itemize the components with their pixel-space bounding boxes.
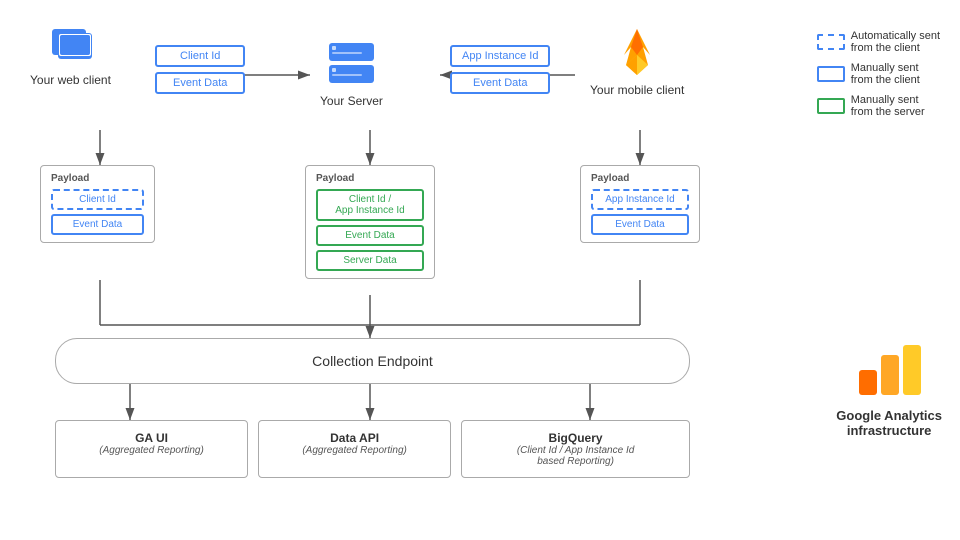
output-row: GA UI (Aggregated Reporting) Data API (A… bbox=[55, 420, 690, 478]
server-icon bbox=[324, 40, 379, 90]
collection-endpoint-label: Collection Endpoint bbox=[312, 353, 433, 369]
payload-web-client-id: Client Id bbox=[51, 189, 144, 210]
ga-bar-chart-icon bbox=[854, 340, 924, 400]
output-ga-ui: GA UI (Aggregated Reporting) bbox=[55, 420, 248, 478]
collection-endpoint: Collection Endpoint bbox=[55, 338, 690, 384]
web-event-data-box: Event Data bbox=[155, 72, 245, 94]
legend-manual-server-label: Manually sentfrom the server bbox=[851, 94, 925, 118]
firebase-icon bbox=[614, 25, 660, 79]
payload-mobile-label: Payload bbox=[591, 173, 689, 184]
payload-web: Payload Client Id Event Data bbox=[40, 165, 155, 243]
payload-web-event-data: Event Data bbox=[51, 214, 144, 235]
web-data-boxes: Client Id Event Data bbox=[155, 45, 245, 94]
server-label: Your Server bbox=[320, 94, 383, 108]
web-client-block: Your web client bbox=[30, 25, 111, 87]
output-bigquery: BigQuery (Client Id / App Instance Idbas… bbox=[461, 420, 690, 478]
app-instance-id-box: App Instance Id bbox=[450, 45, 550, 67]
payload-server-client-id: Client Id /App Instance Id bbox=[316, 189, 424, 221]
legend-auto-label: Automatically sent from the client bbox=[851, 30, 940, 54]
mobile-client-label: Your mobile client bbox=[590, 83, 684, 97]
payload-server-label: Payload bbox=[316, 173, 424, 184]
web-client-id-box: Client Id bbox=[155, 45, 245, 67]
mobile-event-data-box: Event Data bbox=[450, 72, 550, 94]
payload-mobile: Payload App Instance Id Event Data bbox=[580, 165, 700, 243]
payload-server-event-data: Event Data bbox=[316, 225, 424, 246]
legend: Automatically sent from the client Manua… bbox=[817, 30, 940, 118]
payload-mobile-app-instance: App Instance Id bbox=[591, 189, 689, 210]
ga-ui-title: GA UI bbox=[62, 431, 241, 445]
legend-manual-client: Manually sentfrom the client bbox=[817, 62, 940, 86]
bigquery-subtitle: (Client Id / App Instance Idbased Report… bbox=[468, 445, 683, 467]
web-client-label: Your web client bbox=[30, 73, 111, 87]
monitor-icon bbox=[44, 25, 96, 69]
server-block: Your Server bbox=[320, 40, 383, 108]
payload-web-label: Payload bbox=[51, 173, 144, 184]
legend-manual-client-label: Manually sentfrom the client bbox=[851, 62, 920, 86]
legend-auto-sent: Automatically sent from the client bbox=[817, 30, 940, 54]
output-data-api: Data API (Aggregated Reporting) bbox=[258, 420, 451, 478]
payload-server: Payload Client Id /App Instance Id Event… bbox=[305, 165, 435, 279]
legend-manual-server: Manually sentfrom the server bbox=[817, 94, 940, 118]
payload-mobile-event-data: Event Data bbox=[591, 214, 689, 235]
data-api-subtitle: (Aggregated Reporting) bbox=[265, 445, 444, 456]
ga-infra-block: Google Analyticsinfrastructure bbox=[836, 340, 942, 438]
legend-solid-blue-box bbox=[817, 66, 845, 82]
diagram: Automatically sent from the client Manua… bbox=[0, 0, 960, 540]
data-api-title: Data API bbox=[265, 431, 444, 445]
ga-ui-subtitle: (Aggregated Reporting) bbox=[62, 445, 241, 456]
legend-solid-green-box bbox=[817, 98, 845, 114]
legend-dashed-box bbox=[817, 34, 845, 50]
ga-infra-label: Google Analyticsinfrastructure bbox=[836, 408, 942, 438]
mobile-client-block: Your mobile client bbox=[590, 25, 684, 97]
mobile-data-boxes: App Instance Id Event Data bbox=[450, 45, 550, 94]
payload-server-server-data: Server Data bbox=[316, 250, 424, 271]
bigquery-title: BigQuery bbox=[468, 431, 683, 445]
